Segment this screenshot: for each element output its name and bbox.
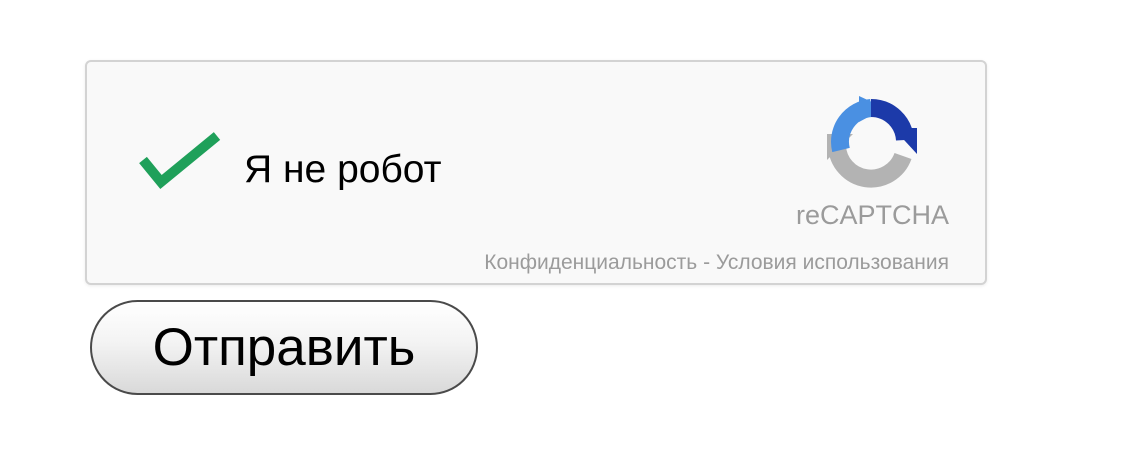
recaptcha-logo-icon [823, 94, 919, 190]
recaptcha-widget: Я не робот reCAPTCHA Конфиденциальность … [85, 60, 987, 285]
privacy-link[interactable]: Конфиденциальность [484, 251, 697, 274]
captcha-checkbox[interactable] [137, 130, 225, 196]
captcha-label: Я не робот [244, 148, 442, 191]
terms-link[interactable]: Условия использования [716, 251, 949, 274]
link-separator: - [697, 251, 716, 274]
recaptcha-brand: reCAPTCHA [795, 200, 949, 230]
page: Я не робот reCAPTCHA Конфиденциальность … [0, 0, 1125, 456]
submit-button[interactable]: Отправить [90, 300, 478, 395]
captcha-footer: Конфиденциальность - Условия использован… [484, 252, 949, 273]
checkmark-icon [139, 132, 221, 190]
